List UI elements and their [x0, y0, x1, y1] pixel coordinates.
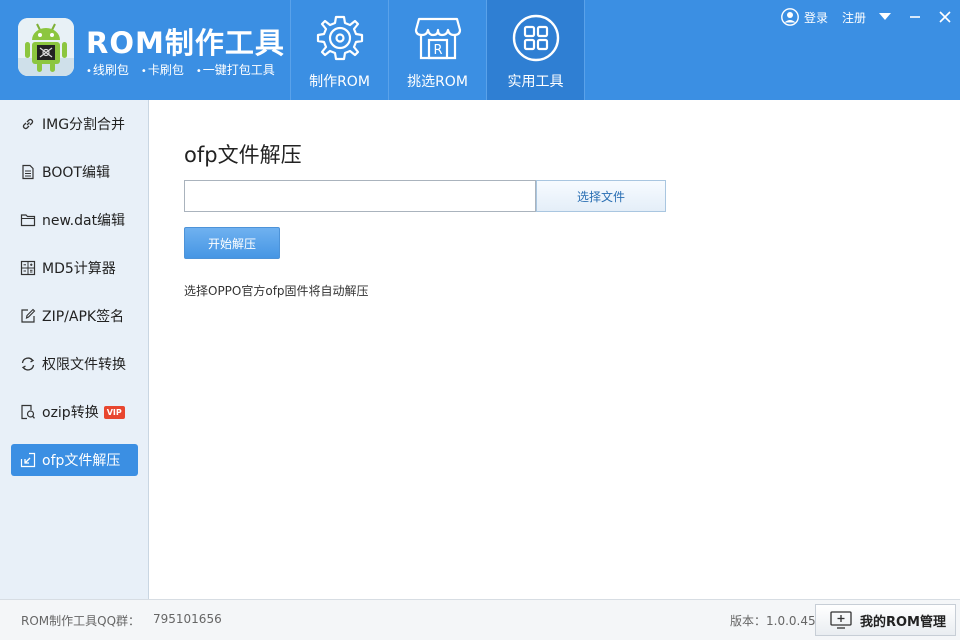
- sidebar-item-label: ZIP/APK签名: [42, 309, 125, 325]
- sidebar-item-zip-apk-sign[interactable]: ZIP/APK签名: [11, 300, 138, 332]
- dropdown-menu-button[interactable]: [870, 2, 900, 32]
- sidebar-item-label: ozip转换: [42, 405, 99, 421]
- nav-label: 制作ROM: [309, 74, 370, 90]
- monitor-icon: [830, 611, 852, 629]
- sidebar-item-boot-edit[interactable]: BOOT编辑: [11, 156, 138, 188]
- sidebar-item-md5-calculator[interactable]: MD5计算器: [11, 252, 138, 284]
- sign-edit-icon: [21, 308, 36, 323]
- minimize-icon: [910, 16, 920, 18]
- convert-icon: [21, 357, 35, 371]
- minimize-button[interactable]: [900, 2, 930, 32]
- register-link[interactable]: 注册: [842, 9, 866, 26]
- folder-icon: [20, 214, 36, 227]
- user-avatar-icon: [781, 8, 799, 26]
- gear-disc-icon: [316, 15, 364, 61]
- start-extract-button[interactable]: 开始解压: [184, 227, 280, 259]
- file-search-icon: [21, 404, 35, 420]
- header-bar: ROM制作工具 线刷包 卡刷包 一键打包工具 制作ROM R 挑选ROM: [0, 0, 960, 100]
- sidebar-item-label: new.dat编辑: [42, 213, 126, 229]
- sidebar-item-label: IMG分割合并: [42, 117, 126, 133]
- nav-make-rom[interactable]: 制作ROM: [290, 0, 388, 100]
- my-rom-manage-button[interactable]: 我的ROM管理: [815, 604, 956, 636]
- sidebar-item-ozip-convert[interactable]: ozip转换 VIP: [11, 396, 138, 428]
- choose-file-button[interactable]: 选择文件: [536, 180, 666, 212]
- sidebar-item-label: MD5计算器: [42, 261, 116, 277]
- sidebar-item-permission-convert[interactable]: 权限文件转换: [11, 348, 138, 380]
- app-subtitles: 线刷包 卡刷包 一键打包工具: [86, 61, 275, 78]
- login-link[interactable]: 登录: [804, 9, 828, 26]
- triangle-down-icon: [879, 13, 891, 20]
- file-path-input[interactable]: [184, 180, 536, 212]
- close-icon: [939, 11, 951, 23]
- vip-badge: VIP: [103, 405, 125, 419]
- qq-group-number: 795101656: [153, 612, 222, 626]
- sidebar-item-newdat-edit[interactable]: new.dat编辑: [11, 204, 138, 236]
- nav-label: 实用工具: [507, 74, 564, 90]
- sidebar-item-img-split[interactable]: IMG分割合并: [11, 108, 138, 140]
- page-title: ofp文件解压: [184, 143, 302, 167]
- nav-label: 挑选ROM: [407, 74, 468, 90]
- grid-tools-icon: [512, 14, 560, 62]
- sidebar-item-label: ofp文件解压: [42, 453, 121, 469]
- window-controls: 登录 注册: [781, 0, 960, 34]
- sidebar-item-ofp-extract[interactable]: ofp文件解压: [11, 444, 138, 476]
- svg-text:R: R: [433, 43, 442, 58]
- store-icon: R: [414, 17, 462, 60]
- hint-text: 选择OPPO官方ofp固件将自动解压: [184, 284, 369, 298]
- subtitle-item: 卡刷包: [141, 61, 184, 78]
- sidebar-item-label: 权限文件转换: [42, 357, 126, 373]
- footer-bar: ROM制作工具QQ群： 795101656 版本：1.0.0.45 我的ROM管…: [0, 599, 960, 640]
- calculator-icon: [20, 260, 36, 276]
- nav-divider: [584, 0, 585, 100]
- extract-icon: [20, 452, 36, 468]
- close-button[interactable]: [930, 2, 960, 32]
- document-icon: [22, 164, 34, 180]
- rom-manage-label: 我的ROM管理: [860, 614, 946, 630]
- link-icon: [22, 118, 34, 130]
- app-title: ROM制作工具: [86, 26, 285, 60]
- version-text: 版本：1.0.0.45: [730, 614, 816, 628]
- subtitle-item: 一键打包工具: [196, 61, 275, 78]
- nav-utility-tools[interactable]: 实用工具: [486, 0, 584, 100]
- qq-group-label: ROM制作工具QQ群：: [21, 614, 141, 628]
- sidebar-item-label: BOOT编辑: [42, 165, 110, 181]
- sidebar: IMG分割合并 BOOT编辑 new.dat编辑 MD5计算器 ZIP/APK签…: [0, 100, 149, 599]
- subtitle-item: 线刷包: [86, 61, 129, 78]
- app-logo: [18, 18, 74, 76]
- nav-select-rom[interactable]: R 挑选ROM: [388, 0, 486, 100]
